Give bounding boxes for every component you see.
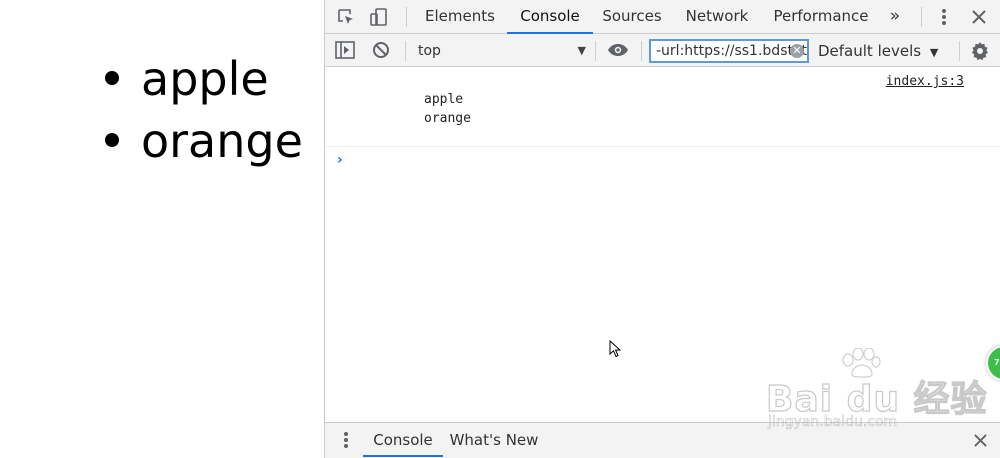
log-source-link[interactable]: index.js:3 <box>886 74 964 89</box>
console-toolbar: top ▼ -url:https://ss1.bdstatic.com ✕ De… <box>325 34 1000 67</box>
context-selector[interactable]: top ▼ <box>410 40 588 62</box>
log-levels-label: Default levels <box>818 42 922 60</box>
chevron-down-icon: ▼ <box>929 46 939 59</box>
console-log-entry: index.js:3 apple orange <box>325 68 1000 147</box>
log-line: orange <box>424 111 471 126</box>
console-prompt-icon[interactable]: › <box>337 152 343 168</box>
sidebar-toggle-icon[interactable] <box>333 39 357 61</box>
context-selector-value: top <box>418 43 441 59</box>
toolbar-divider <box>406 7 407 27</box>
inspect-element-icon[interactable] <box>333 5 359 29</box>
chevron-down-icon: ▼ <box>577 44 586 57</box>
drawer-tab-bar: Console What's New <box>325 422 1000 458</box>
page-viewport: apple orange <box>0 0 324 458</box>
list-item: apple <box>100 50 303 112</box>
bullet-icon <box>105 133 119 147</box>
drawer-tab-console[interactable]: Console <box>363 423 443 457</box>
clear-console-icon[interactable] <box>369 39 393 61</box>
tab-elements[interactable]: Elements <box>419 0 501 33</box>
tab-network[interactable]: Network <box>681 0 753 33</box>
kebab-menu-icon[interactable] <box>933 5 955 29</box>
clear-filter-icon[interactable]: ✕ <box>790 44 804 58</box>
filter-input-value: -url:https://ss1.bdstatic.com <box>656 43 808 59</box>
toolbar-divider <box>405 41 406 61</box>
more-tabs-button[interactable]: » <box>885 0 905 33</box>
drawer-tab-whats-new[interactable]: What's New <box>449 423 539 457</box>
list-item-text: apple <box>141 52 269 106</box>
live-expression-eye-icon[interactable] <box>605 39 631 61</box>
fruit-list: apple orange <box>100 50 303 174</box>
tab-console[interactable]: Console <box>507 0 593 34</box>
close-drawer-icon[interactable] <box>969 429 991 451</box>
toolbar-divider <box>641 41 642 61</box>
log-levels-dropdown[interactable]: Default levels ▼ <box>818 40 938 62</box>
console-output-area[interactable]: index.js:3 apple orange › <box>325 68 1000 422</box>
list-item: orange <box>100 112 303 174</box>
tab-sources[interactable]: Sources <box>599 0 665 33</box>
drawer-menu-icon[interactable] <box>337 429 355 451</box>
devtools-panel: Elements Console Sources Network Perform… <box>324 0 1000 458</box>
console-filter-input[interactable]: -url:https://ss1.bdstatic.com ✕ <box>649 39 809 63</box>
log-line: apple <box>424 92 464 107</box>
bullet-icon <box>105 71 119 85</box>
toolbar-divider <box>959 41 960 61</box>
toolbar-divider <box>921 7 922 27</box>
settings-gear-icon[interactable] <box>968 39 992 63</box>
close-devtools-icon[interactable] <box>967 5 991 29</box>
tab-performance[interactable]: Performance <box>771 0 871 33</box>
devtools-tab-bar: Elements Console Sources Network Perform… <box>325 0 1000 34</box>
device-toolbar-icon[interactable] <box>366 5 392 29</box>
toolbar-divider <box>595 41 596 61</box>
mouse-cursor-icon <box>609 340 621 358</box>
list-item-text: orange <box>141 114 303 168</box>
